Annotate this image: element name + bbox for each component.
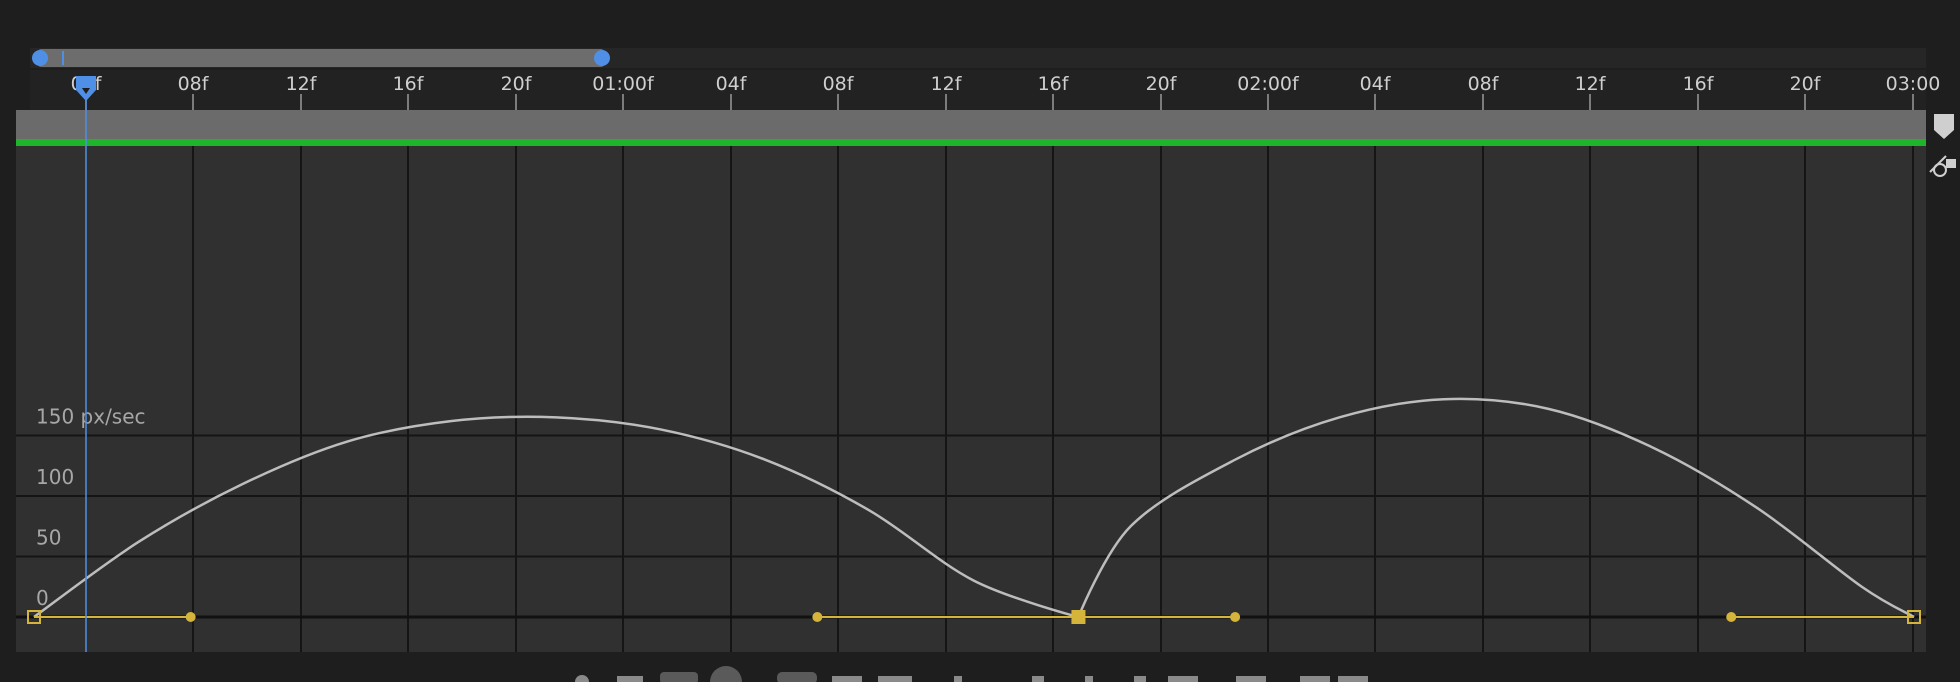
- navigator-current-time: [62, 51, 64, 65]
- ruler-tick-label: 16f: [393, 73, 425, 95]
- toolbar-fit-icon[interactable]: [777, 672, 817, 682]
- toolbar-ease-in-icon[interactable]: [1168, 676, 1198, 682]
- toolbar-edit-keyframe-icon[interactable]: [832, 676, 862, 682]
- bezier-handle[interactable]: [185, 612, 196, 622]
- toolbar-auto-bezier-icon[interactable]: [1085, 676, 1093, 682]
- work-area-indicator: [16, 139, 1926, 146]
- value-axis-label: 50: [36, 526, 61, 550]
- keyframe-tool-icon[interactable]: [1929, 155, 1956, 177]
- toolbar-easy-ease-icon[interactable]: [1134, 676, 1146, 682]
- ruler-tick-label: 04f: [716, 73, 748, 95]
- navigator-end-handle[interactable]: [594, 50, 610, 66]
- work-area-bar[interactable]: [16, 110, 1926, 140]
- bezier-handle[interactable]: [1726, 612, 1737, 622]
- ruler-tick-label: 16f: [1683, 73, 1715, 95]
- ruler-tick-label: 02:00f: [1237, 73, 1300, 95]
- snapshot-icon[interactable]: [1934, 114, 1954, 139]
- toolbar-snap-icon[interactable]: [710, 666, 742, 682]
- toolbar-extra-icon[interactable]: [1338, 676, 1368, 682]
- ruler-tick-label: 08f: [823, 73, 855, 95]
- graph-area[interactable]: [16, 146, 1926, 652]
- ruler-tick-label: 20f: [1146, 73, 1178, 95]
- ruler-tick-label: 12f: [286, 73, 318, 95]
- ruler-tick-label: 01:00f: [592, 73, 655, 95]
- toolbar-hold-icon[interactable]: [954, 676, 962, 682]
- navigator-start-handle[interactable]: [32, 50, 48, 66]
- toolbar-eye-icon[interactable]: [575, 675, 589, 682]
- bottom-toolbar: [575, 666, 1368, 682]
- toolbar-show-properties-icon[interactable]: [660, 672, 698, 682]
- ruler-tick-label: 16f: [1038, 73, 1070, 95]
- value-axis-label: 150 px/sec: [36, 405, 146, 429]
- ruler-tick-label: 08f: [1468, 73, 1500, 95]
- keyframe[interactable]: [1071, 610, 1086, 624]
- ruler-tick-label: 12f: [1575, 73, 1607, 95]
- ruler-tick-label: 04f: [1360, 73, 1392, 95]
- bezier-handle[interactable]: [1230, 612, 1241, 622]
- ruler-tick-label: 08f: [178, 73, 210, 95]
- toolbar-linear-icon[interactable]: [1032, 676, 1044, 682]
- ruler-tick-label: 03:00: [1886, 73, 1941, 95]
- ruler-tick-label: 20f: [501, 73, 533, 95]
- bezier-handle[interactable]: [812, 612, 823, 622]
- ruler-tick-label: 12f: [931, 73, 963, 95]
- toolbar-separate-dimensions-icon[interactable]: [878, 676, 912, 682]
- toolbar-graph-type-icon[interactable]: [617, 676, 643, 682]
- navigator-range-bar[interactable]: [38, 49, 604, 67]
- graph-editor-panel[interactable]: 00f08f12f16f20f01:00f04f08f12f16f20f02:0…: [0, 0, 1960, 682]
- toolbar-ease-both-icon[interactable]: [1300, 676, 1330, 682]
- value-axis-label: 100: [36, 465, 74, 489]
- graph-editor-canvas[interactable]: 00f08f12f16f20f01:00f04f08f12f16f20f02:0…: [0, 0, 1960, 682]
- ruler-tick-label: 20f: [1790, 73, 1822, 95]
- toolbar-ease-out-icon[interactable]: [1236, 676, 1266, 682]
